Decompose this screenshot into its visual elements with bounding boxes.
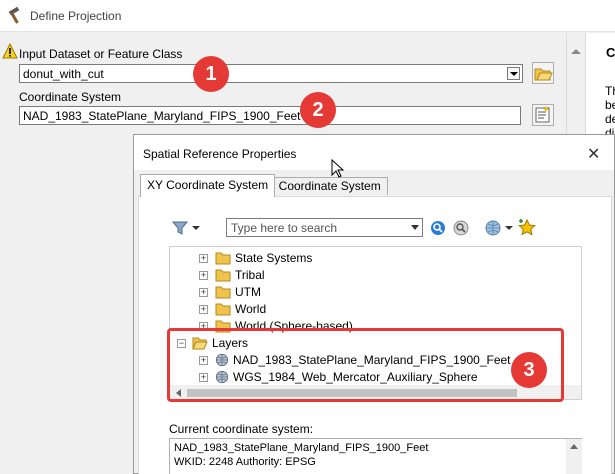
title-bar: Define Projection (0, 0, 615, 32)
dialog-title-bar: Spatial Reference Properties ✕ (134, 135, 614, 170)
input-dataset-label: Input Dataset or Feature Class (19, 47, 183, 61)
scroll-up-icon[interactable] (571, 49, 581, 54)
tree-node-label: UTM (235, 285, 261, 299)
search-input[interactable]: Type here to search (226, 218, 423, 237)
help-text-line: de (605, 112, 615, 126)
coordinate-system-label: Coordinate System (19, 90, 122, 104)
folder-icon (215, 303, 231, 316)
tree-node-label: State Systems (235, 251, 313, 265)
chevron-down-icon[interactable] (192, 224, 200, 232)
tree-node-label: World (235, 302, 267, 316)
search-icon[interactable] (429, 219, 447, 237)
properties-icon (535, 106, 550, 123)
coordinate-system-value: NAD_1983_StatePlane_Maryland_FIPS_1900_F… (23, 109, 301, 123)
help-heading: C (606, 45, 615, 60)
hammer-icon (8, 7, 20, 24)
window-title: Define Projection (30, 9, 122, 23)
clear-search-icon[interactable] (452, 219, 470, 237)
current-coordinate-system-details: NAD_1983_StatePlane_Maryland_FIPS_1900_F… (169, 438, 582, 474)
folder-icon (215, 286, 231, 299)
coordinate-system-field[interactable]: NAD_1983_StatePlane_Maryland_FIPS_1900_F… (19, 106, 521, 125)
chevron-down-icon[interactable] (507, 67, 520, 80)
browse-dataset-button[interactable] (532, 62, 554, 84)
current-cs-wkid: WKID: 2248 Authority: EPSG (174, 456, 316, 468)
expand-icon[interactable]: + (199, 305, 208, 314)
close-icon[interactable]: ✕ (587, 144, 600, 164)
expand-icon[interactable]: + (199, 288, 208, 297)
tree-node-label: Tribal (235, 268, 265, 282)
step-badge-1: 1 (193, 56, 229, 92)
search-placeholder: Type here to search (231, 221, 338, 235)
input-dataset-value: donut_with_cut (23, 67, 104, 81)
input-dataset-combobox[interactable]: donut_with_cut (19, 64, 523, 83)
scroll-up-icon[interactable] (570, 444, 578, 449)
expand-icon[interactable]: + (199, 254, 208, 263)
add-globe-icon[interactable] (484, 219, 502, 237)
step-badge-3: 3 (511, 352, 547, 388)
step-badge-2: 2 (300, 92, 336, 128)
mouse-cursor-icon (331, 159, 345, 178)
spatial-reference-dialog: Spatial Reference Properties ✕ XY Coordi… (133, 134, 615, 474)
tab-xy-coordinate-system[interactable]: XY Coordinate System (140, 174, 276, 197)
folder-icon (215, 269, 231, 282)
dialog-title: Spatial Reference Properties (143, 147, 297, 161)
filter-icon[interactable] (171, 219, 189, 237)
current-coordinate-system-label: Current coordinate system: (169, 422, 314, 436)
xy-tab-content: Type here to search + State Systems + Tr… (138, 196, 612, 474)
tab-z-coordinate-system[interactable]: Z Coordinate System (261, 177, 388, 195)
details-scrollbar[interactable] (566, 439, 582, 474)
help-text-line: Th (605, 84, 615, 98)
chevron-down-icon[interactable] (411, 225, 419, 230)
folder-icon (215, 252, 231, 265)
add-to-favorites-icon[interactable] (517, 218, 537, 238)
open-folder-icon (534, 68, 553, 81)
current-cs-name: NAD_1983_StatePlane_Maryland_FIPS_1900_F… (174, 442, 429, 454)
expand-icon[interactable]: + (199, 271, 208, 280)
warning-icon (2, 43, 18, 59)
layers-highlight-box (167, 328, 564, 402)
chevron-down-icon[interactable] (505, 224, 513, 232)
help-text-line: be (605, 98, 615, 112)
spatial-reference-properties-button[interactable] (532, 104, 554, 126)
